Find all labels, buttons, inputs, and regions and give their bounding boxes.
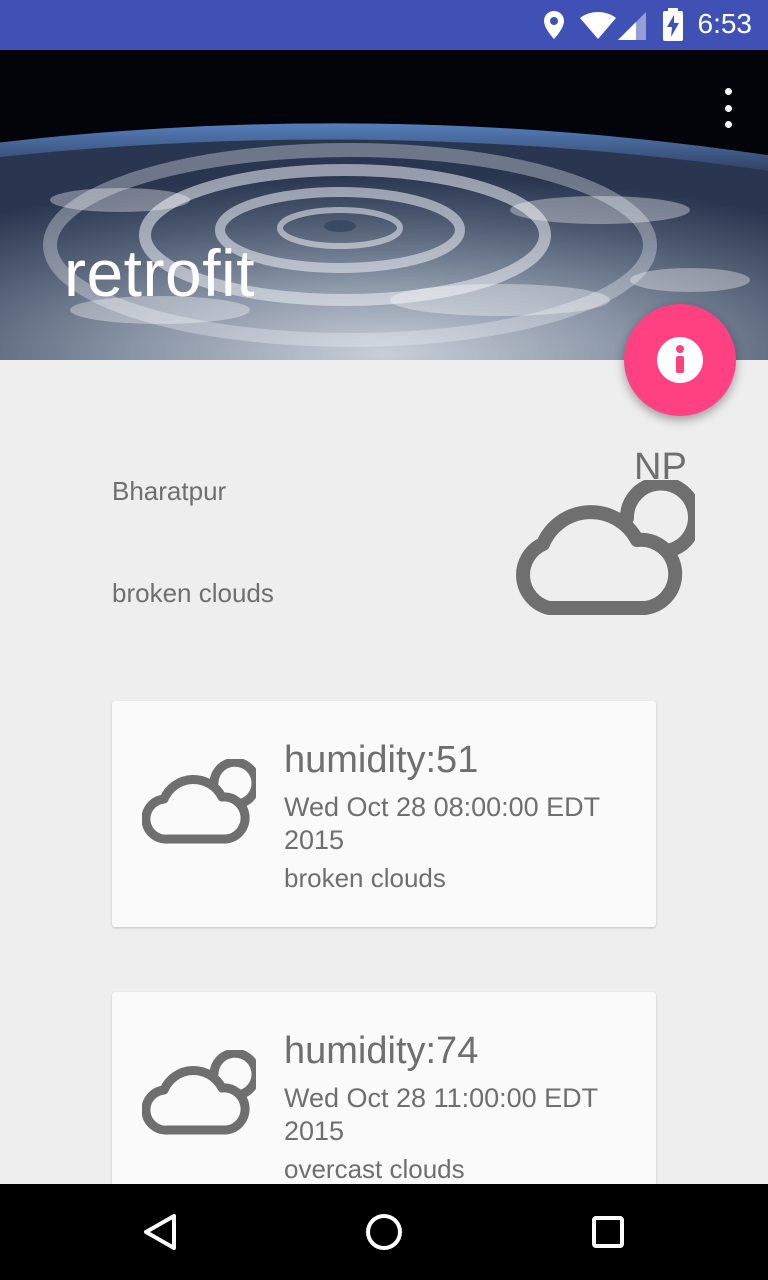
- forecast-date: Wed Oct 28 11:00:00 EDT 2015: [284, 1083, 598, 1146]
- forecast-card[interactable]: humidity:51 Wed Oct 28 08:00:00 EDT 2015…: [112, 701, 656, 927]
- forecast-description: overcast clouds: [284, 1154, 465, 1184]
- home-icon[interactable]: [364, 1212, 404, 1252]
- humidity-text: humidity:51: [284, 739, 479, 781]
- recents-icon[interactable]: [590, 1212, 626, 1252]
- cloud-icon: [142, 759, 256, 844]
- humidity-text: humidity:74: [284, 1030, 479, 1072]
- location-icon: [544, 11, 564, 39]
- navigation-bar: [0, 1184, 768, 1280]
- status-bar: 6:53: [0, 0, 768, 50]
- battery-charging-icon: [663, 8, 683, 41]
- status-time: 6:53: [697, 8, 753, 39]
- signal-icon: [618, 12, 646, 40]
- forecast-description: broken clouds: [284, 863, 446, 893]
- weather-description: broken clouds: [112, 578, 274, 608]
- info-fab-button[interactable]: [624, 304, 736, 416]
- cloud-icon: [516, 480, 695, 615]
- back-icon[interactable]: [140, 1212, 180, 1252]
- info-icon: [657, 337, 703, 383]
- cloud-icon: [142, 1050, 256, 1135]
- more-vert-icon[interactable]: [718, 88, 738, 128]
- wifi-icon: [580, 12, 616, 39]
- forecast-date: Wed Oct 28 08:00:00 EDT 2015: [284, 792, 600, 855]
- city-name: Bharatpur: [112, 476, 227, 506]
- app-title: retrofit: [64, 236, 256, 310]
